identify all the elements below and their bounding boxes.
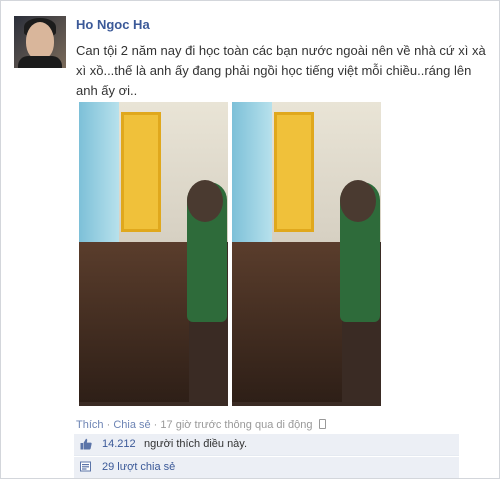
author-name-link[interactable]: Ho Ngoc Ha: [76, 17, 150, 32]
post-card: Ho Ngoc Ha Can tội 2 năm nay đi học toàn…: [0, 0, 500, 479]
photo-curtain: [232, 102, 272, 252]
avatar-face: [26, 22, 54, 60]
like-link[interactable]: Thích: [76, 419, 104, 431]
separator: ·: [106, 419, 111, 431]
post-photo-1[interactable]: [79, 102, 228, 406]
post-actions: Thích · Chia sẻ · 17 giờ trước thông qua…: [76, 419, 326, 431]
likes-summary: 14.212 người thích điều này.: [74, 434, 459, 456]
likes-count-link[interactable]: 14.212: [102, 438, 136, 450]
photo-door: [121, 112, 161, 232]
photo-child-head: [340, 180, 376, 222]
share-icon: [80, 461, 91, 472]
photo-curtain: [79, 102, 119, 252]
avatar-shirt: [18, 56, 62, 68]
photo-table: [232, 242, 342, 402]
mobile-phone-icon: [318, 419, 326, 429]
share-link[interactable]: Chia sẻ: [113, 419, 150, 431]
shares-summary: 29 lượt chia sẻ: [74, 457, 459, 478]
post-photo-2[interactable]: [232, 102, 381, 406]
photo-door: [274, 112, 314, 232]
post-timestamp[interactable]: 17 giờ trước thông qua di động: [160, 419, 312, 431]
author-avatar[interactable]: [14, 16, 66, 68]
likes-text: người thích điều này.: [144, 438, 248, 450]
photo-table: [79, 242, 189, 402]
separator: ·: [153, 419, 158, 431]
thumbs-up-icon: [80, 438, 92, 450]
post-status-text: Can tội 2 năm nay đi học toàn các bạn nư…: [76, 43, 486, 98]
photo-child-head: [187, 180, 223, 222]
shares-count-link[interactable]: 29 lượt chia sẻ: [102, 461, 175, 473]
